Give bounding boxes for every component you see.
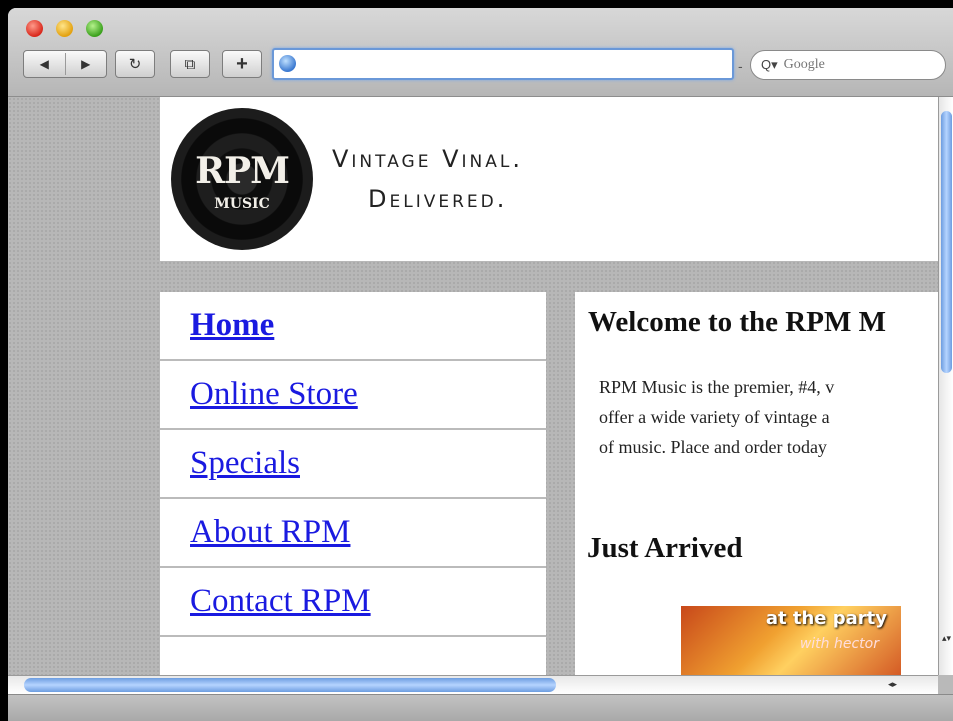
welcome-heading: Welcome to the RPM M [588,306,886,338]
intro-paragraph: RPM Music is the premier, #4, v offer a … [599,372,938,462]
logo-subtext: MUSIC [214,196,270,212]
page-viewport: RPM MUSIC Vintage Vinal. Delivered. Home… [8,97,938,675]
rpm-logo[interactable]: RPM MUSIC [171,108,313,250]
horizontal-scrollbar[interactable]: ◂▸ [8,675,938,694]
nav-link-online-store[interactable]: Online Store [190,376,358,413]
minimize-window-button[interactable] [56,20,73,37]
nav-link-contact[interactable]: Contact RPM [190,583,371,620]
forward-button[interactable]: ▶ [66,57,107,71]
nav-link-home[interactable]: Home [190,307,274,344]
add-bookmark-button[interactable]: + [222,50,262,78]
just-arrived-heading: Just Arrived [587,532,743,564]
search-input[interactable] [783,57,914,73]
intro-line: RPM Music is the premier, #4, v [599,377,835,397]
browser-window: ◀ ▶ ↻ ⧉ + - Q▾ RPM MUSIC Vintage Vinal. … [8,8,953,721]
reload-button[interactable]: ↻ [115,50,155,78]
album-cover[interactable]: at the party with hector [681,606,901,675]
logo-text: RPM [195,150,290,192]
toolbar: ◀ ▶ ↻ ⧉ + - Q▾ [8,8,953,97]
nav-link-specials[interactable]: Specials [190,445,300,482]
album-title: at the party [765,608,887,629]
main-content: Welcome to the RPM M RPM Music is the pr… [575,292,938,675]
nav-item-specials: Specials [160,430,546,499]
site-nav: Home Online Store Specials About RPM Con… [160,292,546,675]
back-button[interactable]: ◀ [24,57,65,71]
close-window-button[interactable] [26,20,43,37]
globe-icon [279,55,296,72]
address-separator: - [738,58,743,74]
horizontal-scroll-thumb[interactable] [24,678,556,692]
vertical-scrollbar[interactable]: ▴▾ [938,97,953,675]
tagline-line1: Vintage Vinal. [332,145,523,173]
nav-item-contact: Contact RPM [160,568,546,637]
snapback-button[interactable]: ⧉ [170,50,210,78]
back-forward-buttons: ◀ ▶ [23,50,107,78]
nav-item-online-store: Online Store [160,361,546,430]
nav-link-about[interactable]: About RPM [190,514,350,551]
search-icon[interactable]: Q▾ [761,57,778,73]
nav-item-home: Home [160,292,546,361]
search-field[interactable]: Q▾ [750,50,946,80]
tagline-line2: Delivered. [368,185,508,213]
status-bar [8,694,953,721]
intro-line: of music. Place and order today [599,437,827,457]
address-bar[interactable] [272,48,734,80]
album-subtitle: with hector [799,636,879,652]
nav-item-about: About RPM [160,499,546,568]
site-header: RPM MUSIC Vintage Vinal. Delivered. [160,97,938,261]
intro-line: offer a wide variety of vintage a [599,407,830,427]
url-input[interactable] [302,53,722,75]
vertical-scroll-thumb[interactable] [941,111,952,373]
zoom-window-button[interactable] [86,20,103,37]
vertical-scroll-arrows[interactable]: ▴▾ [939,631,953,645]
horizontal-scroll-arrows[interactable]: ◂▸ [888,679,897,690]
